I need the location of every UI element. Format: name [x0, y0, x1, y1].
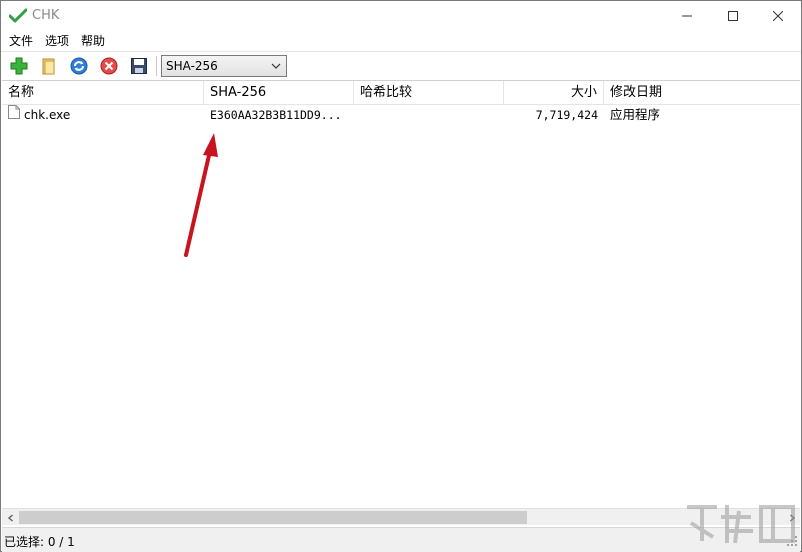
- file-name-cell: chk.exe: [8, 105, 70, 125]
- maximize-button[interactable]: [710, 1, 756, 31]
- file-type: 应用程序: [610, 107, 661, 122]
- close-button[interactable]: [755, 1, 801, 31]
- file-hash: E360AA32B3B11DD9...: [210, 108, 342, 122]
- selection-status: 已选择: 0 / 1: [4, 535, 75, 549]
- open-button[interactable]: [37, 55, 61, 77]
- add-button[interactable]: [7, 55, 31, 77]
- hash-algorithm-select[interactable]: SHA-256: [161, 55, 287, 77]
- column-compare[interactable]: 哈希比较: [354, 81, 504, 105]
- column-name[interactable]: 名称: [2, 81, 204, 105]
- refresh-button[interactable]: [67, 55, 91, 77]
- toolbar-separator: [156, 56, 157, 76]
- save-button[interactable]: [127, 55, 151, 77]
- watermark-logo: [687, 505, 795, 544]
- table-row[interactable]: chk.exe E360AA32B3B11DD9... 7,719,424 应用…: [2, 105, 800, 125]
- minimize-button[interactable]: [664, 1, 710, 31]
- chevron-left-icon: [7, 513, 13, 522]
- file-icon: [8, 105, 20, 125]
- file-size: 7,719,424: [535, 108, 598, 122]
- file-name: chk.exe: [24, 108, 71, 122]
- minimize-icon: [682, 15, 692, 17]
- check-icon: [8, 8, 28, 24]
- app-window: CHK 文件 选项 帮助 SHA-256 名称 SHA-256 哈希比较 大小 …: [0, 0, 802, 552]
- column-size[interactable]: 大小: [504, 81, 604, 105]
- close-icon: [773, 11, 783, 21]
- open-folder-icon: [42, 58, 55, 75]
- stop-icon: [100, 57, 118, 75]
- menu-bar: 文件 选项 帮助: [1, 31, 801, 51]
- toolbar: SHA-256: [1, 51, 801, 79]
- hash-algorithm-value: SHA-256: [166, 59, 218, 73]
- annotation-arrow: [184, 133, 218, 257]
- file-list[interactable]: 名称 SHA-256 哈希比较 大小 修改日期 chk.exe E360AA32…: [2, 80, 800, 508]
- menu-options[interactable]: 选项: [39, 31, 75, 51]
- column-date[interactable]: 修改日期: [604, 81, 800, 105]
- stop-button[interactable]: [97, 55, 121, 77]
- column-header: 名称 SHA-256 哈希比较 大小 修改日期: [2, 81, 800, 105]
- window-title: CHK: [32, 8, 60, 23]
- scroll-left-button[interactable]: [2, 509, 19, 526]
- title-bar[interactable]: CHK: [1, 1, 801, 31]
- add-icon: [10, 57, 28, 75]
- save-icon: [131, 58, 147, 74]
- chevron-down-icon: [270, 60, 282, 75]
- scroll-thumb[interactable]: [19, 511, 527, 524]
- menu-file[interactable]: 文件: [3, 31, 39, 51]
- column-hash[interactable]: SHA-256: [204, 81, 354, 105]
- maximize-icon: [728, 11, 738, 21]
- menu-help[interactable]: 帮助: [75, 31, 111, 51]
- refresh-icon: [70, 57, 88, 75]
